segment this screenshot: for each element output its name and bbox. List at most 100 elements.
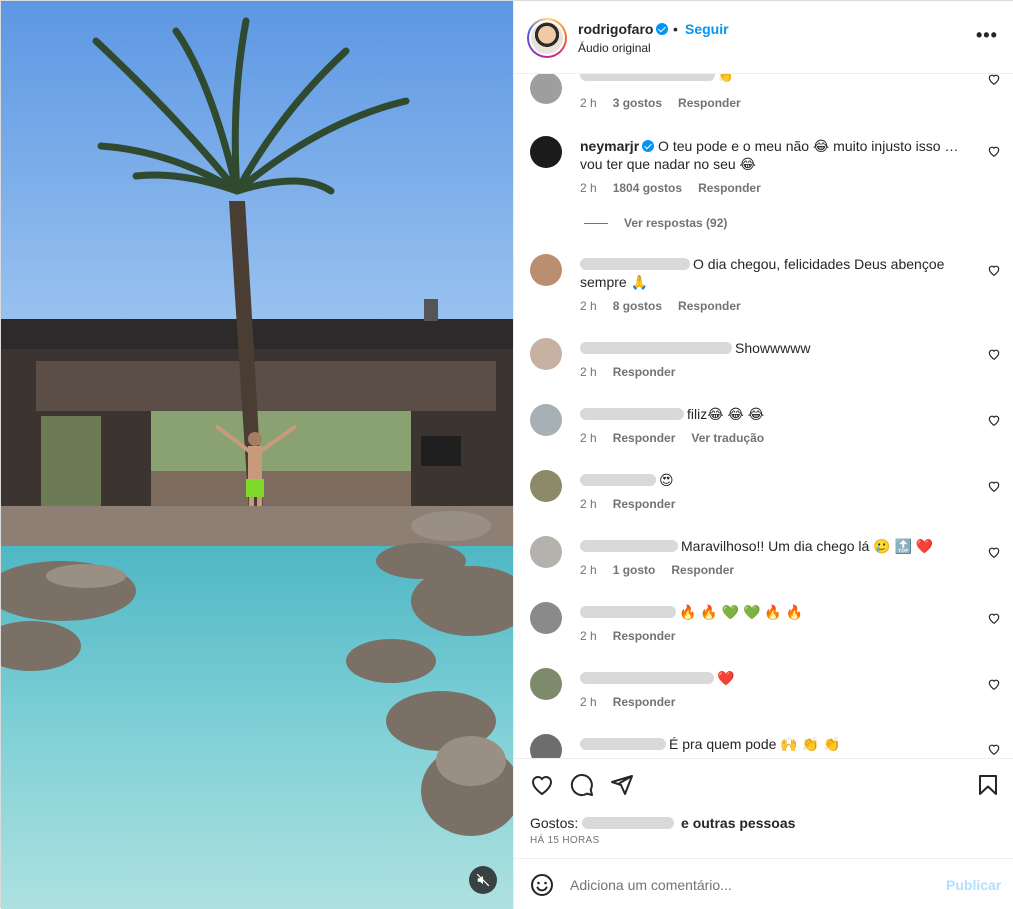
send-icon[interactable] (610, 773, 634, 797)
comment-time: 2 h (580, 181, 597, 195)
reply-button[interactable]: Responder (613, 431, 676, 445)
like-comment-heart-icon[interactable] (987, 545, 1001, 559)
comment-text: É pra quem pode 🙌 👏 👏 (669, 736, 841, 752)
smiley-icon[interactable] (530, 873, 554, 897)
verified-badge-icon (656, 23, 669, 35)
audio-label[interactable]: Áudio original (578, 41, 651, 55)
likes-others-link[interactable]: e outras pessoas (681, 815, 795, 831)
blurred-username (580, 408, 684, 420)
comment-body: Showwwww (580, 339, 965, 357)
pool-scene-image (1, 1, 513, 909)
like-comment-heart-icon[interactable] (987, 347, 1001, 361)
comment-time: 2 h (580, 695, 597, 709)
add-comment-bar: Publicar (514, 858, 1013, 909)
author-avatar[interactable] (527, 18, 567, 58)
reply-button[interactable]: Responder (613, 497, 676, 511)
commenter-avatar[interactable] (530, 136, 562, 168)
see-translation-button[interactable]: Ver tradução (691, 431, 764, 445)
comment-text: 👏 (718, 74, 733, 83)
like-comment-heart-icon[interactable] (987, 742, 1001, 756)
reply-button[interactable]: Responder (671, 563, 734, 577)
commenter-avatar[interactable] (530, 668, 562, 700)
comment-body: 🔥 🔥 💚 💚 🔥 🔥 (580, 603, 965, 621)
like-comment-heart-icon[interactable] (987, 479, 1001, 493)
comments-list[interactable]: 👏 2 h 3 gostos Responder neymarjr O teu po… (514, 74, 1013, 758)
author-username-text: rodrigofaro (578, 21, 654, 37)
blurred-username (580, 738, 666, 750)
commenter-avatar[interactable] (530, 404, 562, 436)
reply-button[interactable]: Responder (678, 96, 741, 110)
comment-likes[interactable]: 1804 gostos (613, 181, 682, 195)
comment-body: O dia chegou, felicidades Deus abençoe s… (580, 255, 965, 291)
commenter-avatar[interactable] (530, 734, 562, 758)
blurred-username (580, 606, 676, 618)
post-dialog: rodrigofaro • Seguir Áudio original ••• … (0, 0, 1013, 909)
comment-likes[interactable]: 8 gostos (613, 299, 662, 313)
comment-meta: 2 h 8 gostos Responder (580, 299, 757, 313)
commenter-avatar[interactable] (530, 254, 562, 286)
comment-time: 2 h (580, 365, 597, 379)
blurred-liker-username[interactable] (582, 817, 675, 829)
comment-meta: 2 h Responder (580, 365, 691, 379)
comment-text: Showwwww (735, 340, 811, 356)
post-header: rodrigofaro • Seguir Áudio original ••• (514, 1, 1013, 74)
reply-button[interactable]: Responder (613, 629, 676, 643)
post-details-pane: rodrigofaro • Seguir Áudio original ••• … (513, 1, 1013, 909)
like-comment-heart-icon[interactable] (987, 677, 1001, 691)
commenter-username[interactable]: neymarjr (580, 138, 639, 154)
mute-button[interactable] (469, 866, 497, 894)
post-actions: Gostos: e outras pessoas HÁ 15 HORAS (514, 758, 1013, 858)
comment-input[interactable] (570, 875, 930, 895)
comment-body: filiz😂 😂 😂 (580, 405, 965, 423)
reply-button[interactable]: Responder (613, 695, 676, 709)
post-date[interactable]: HÁ 15 HORAS (530, 835, 599, 846)
reply-button[interactable]: Responder (678, 299, 741, 313)
muted-speaker-icon (476, 873, 490, 887)
comment-meta: 2 h 1 gosto Responder (580, 563, 750, 577)
like-comment-heart-icon[interactable] (987, 144, 1001, 158)
blurred-username (580, 672, 714, 684)
likes-prefix: Gostos: (530, 815, 579, 831)
like-comment-heart-icon[interactable] (987, 611, 1001, 625)
author-username[interactable]: rodrigofaro (578, 21, 669, 37)
comment-text: 😍 (659, 472, 674, 488)
comment-text: Maravilhoso!! Um dia chego lá 🥲 🔝 ❤️ (681, 538, 934, 554)
comment-body: É pra quem pode 🙌 👏 👏 (580, 735, 965, 753)
blurred-username (580, 540, 678, 552)
comment-body: neymarjr O teu pode e o meu não 😂 muito … (580, 137, 965, 173)
blurred-username (580, 342, 732, 354)
comment-meta: 2 h Responder Ver tradução (580, 431, 780, 445)
comment-meta: 2 h Responder (580, 497, 691, 511)
commenter-avatar[interactable] (530, 338, 562, 370)
author-avatar-image (531, 22, 563, 54)
commenter-avatar[interactable] (530, 74, 562, 104)
comment-text: ❤️ (717, 670, 735, 686)
reply-button[interactable]: Responder (613, 365, 676, 379)
bookmark-icon[interactable] (976, 773, 1000, 797)
follow-button[interactable]: Seguir (685, 21, 729, 37)
comment-time: 2 h (580, 96, 597, 110)
like-comment-heart-icon[interactable] (987, 74, 1001, 86)
publish-button[interactable]: Publicar (946, 877, 1001, 893)
verified-badge-icon (642, 140, 655, 152)
view-replies-button[interactable]: Ver respostas (92) (584, 216, 727, 230)
commenter-avatar[interactable] (530, 602, 562, 634)
like-comment-heart-icon[interactable] (987, 413, 1001, 427)
more-options-icon[interactable]: ••• (976, 25, 998, 46)
comment-meta: 2 h Responder (580, 629, 691, 643)
comment-time: 2 h (580, 299, 597, 313)
commenter-avatar[interactable] (530, 470, 562, 502)
reply-button[interactable]: Responder (698, 181, 761, 195)
comment-meta: 2 h Responder (580, 695, 691, 709)
heart-icon[interactable] (530, 773, 554, 797)
comment-icon[interactable] (570, 773, 594, 797)
post-video[interactable] (1, 1, 513, 909)
comment-likes[interactable]: 1 gosto (613, 563, 656, 577)
commenter-avatar[interactable] (530, 536, 562, 568)
blurred-username (580, 74, 715, 81)
comment-body: ❤️ (580, 669, 965, 687)
comment-body: Maravilhoso!! Um dia chego lá 🥲 🔝 ❤️ (580, 537, 965, 555)
comment-likes[interactable]: 3 gostos (613, 96, 662, 110)
like-comment-heart-icon[interactable] (987, 263, 1001, 277)
comment-time: 2 h (580, 431, 597, 445)
